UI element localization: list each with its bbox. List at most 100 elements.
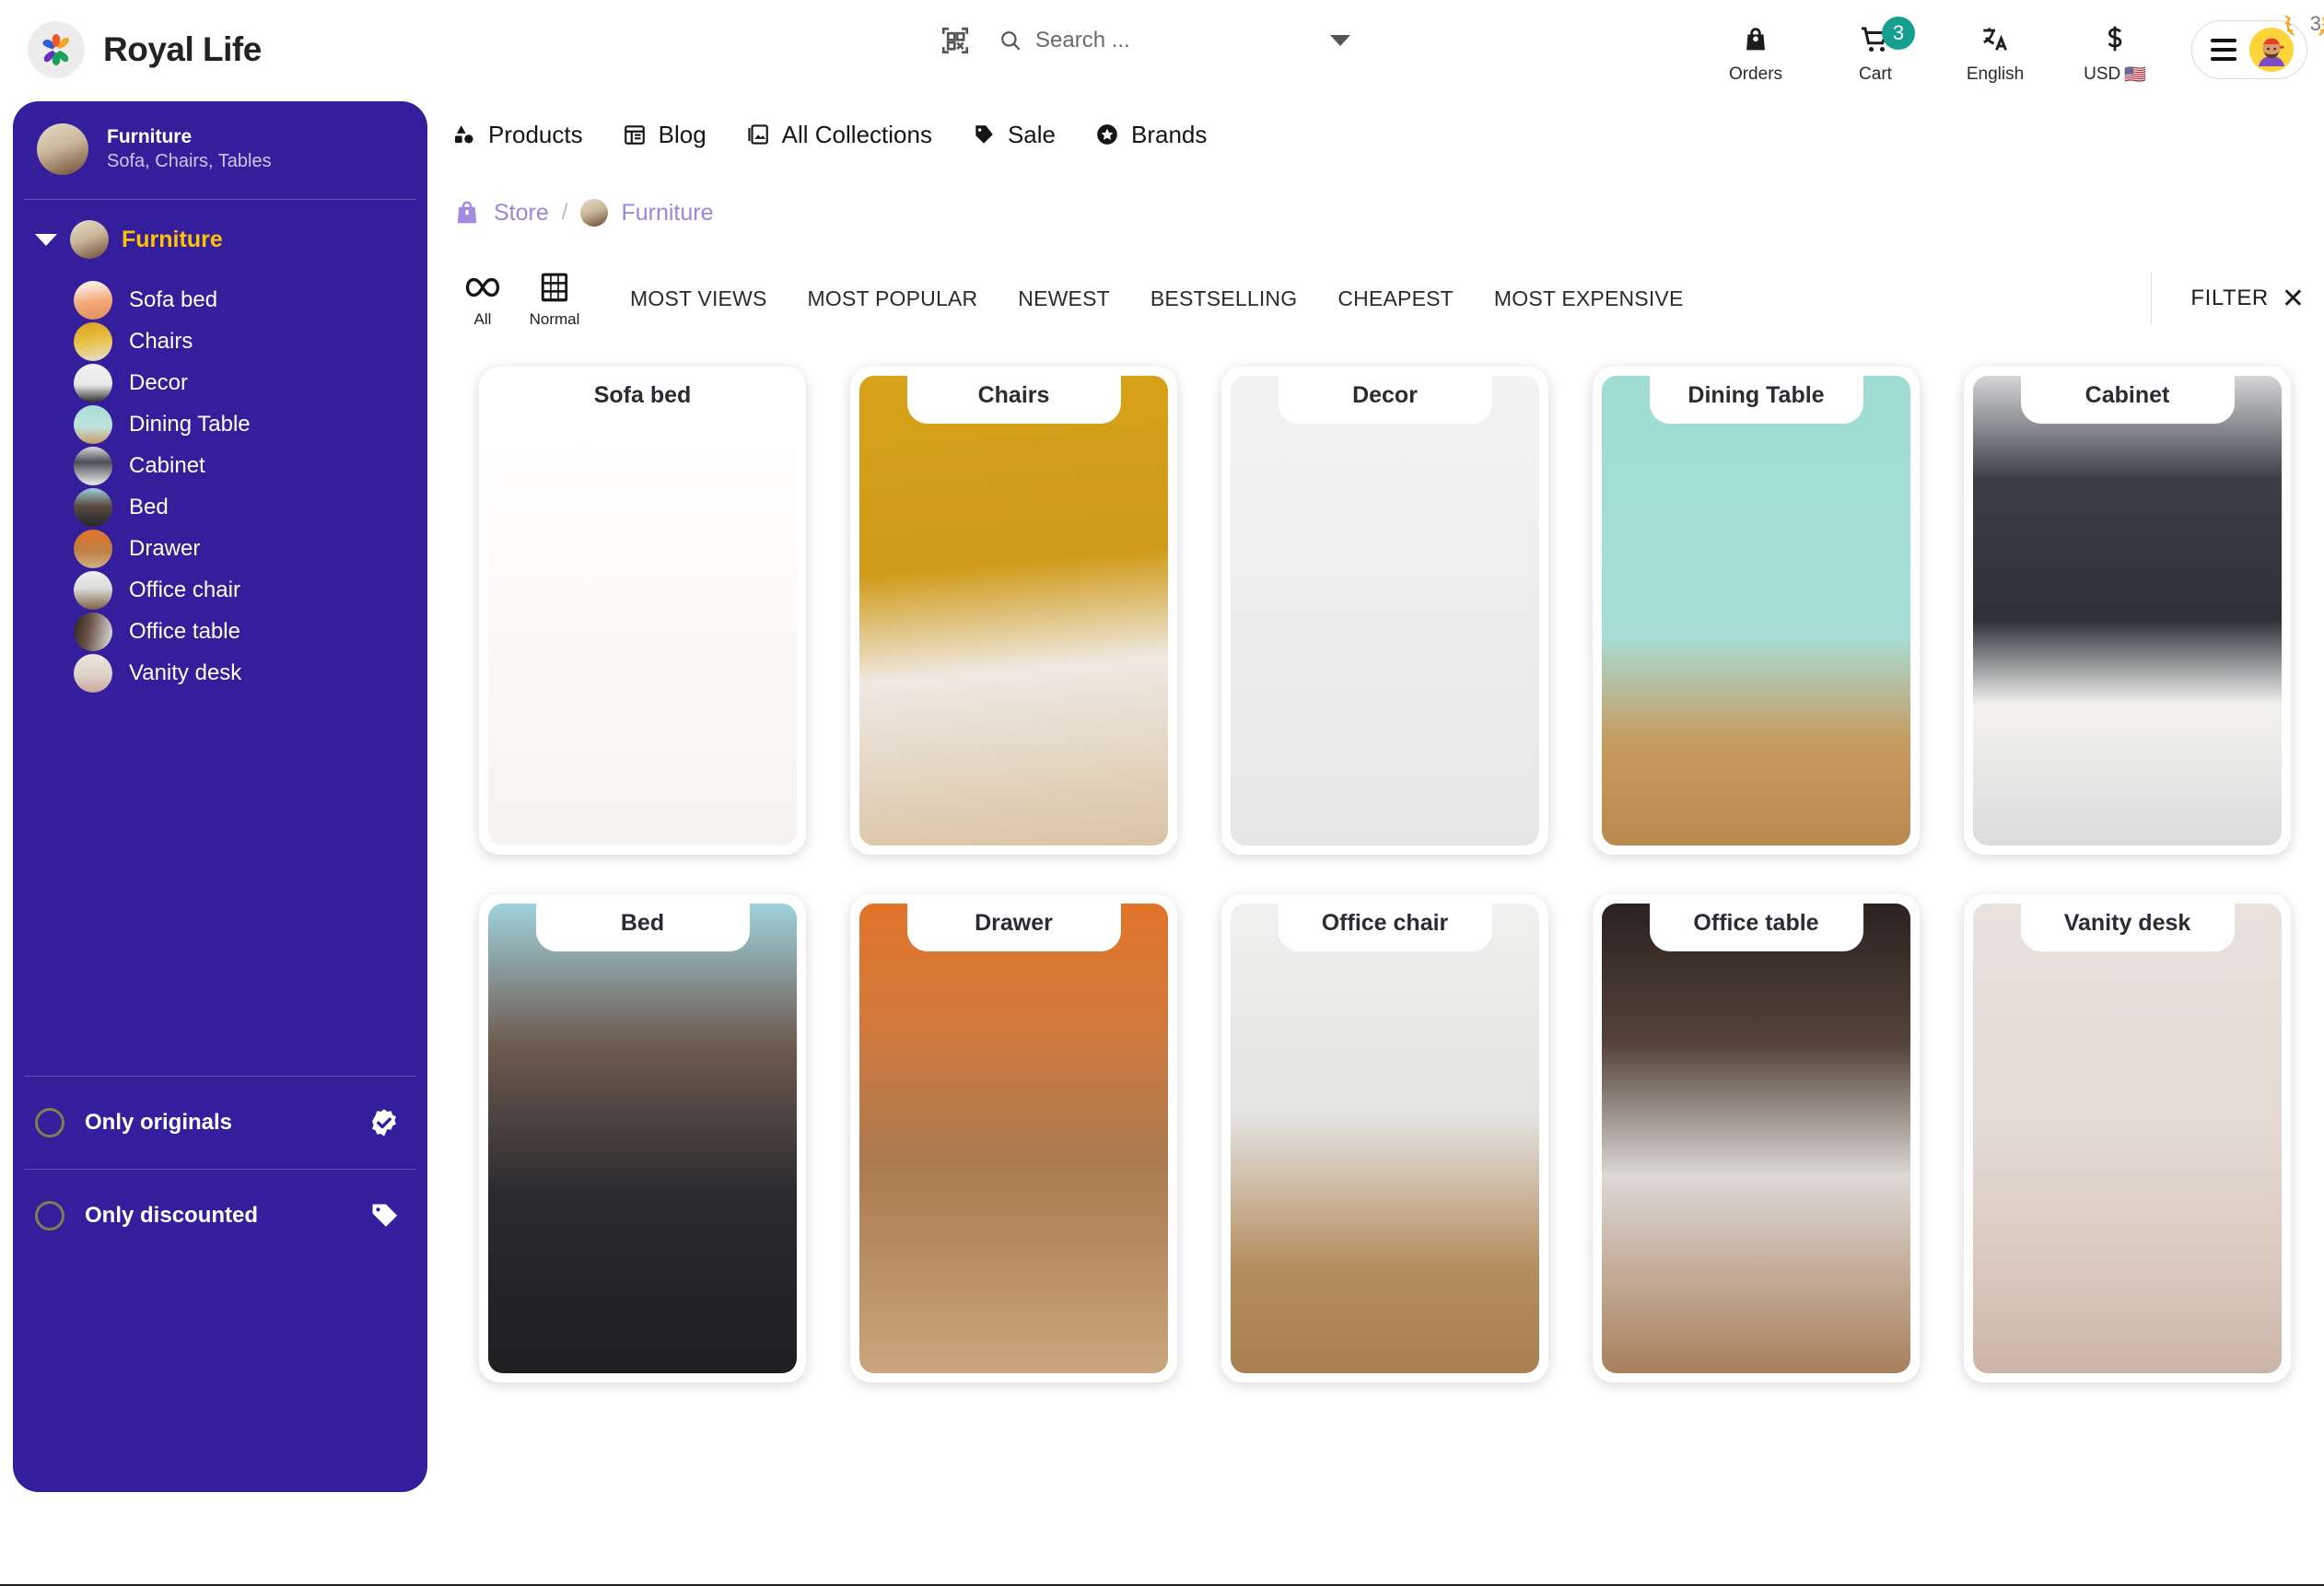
product-card-title: Vanity desk [2063, 909, 2191, 936]
nav-item-all-collections[interactable]: All Collections [745, 121, 932, 149]
sort-most-views[interactable]: MOST VIEWS [630, 286, 767, 311]
nav-item-brands[interactable]: Brands [1094, 121, 1207, 149]
sidebar-filter-label: Only originals [85, 1110, 233, 1135]
view-mode-normal[interactable]: Normal [525, 269, 584, 329]
view-mode-label: All [473, 309, 492, 328]
sidebar-item-label: Decor [129, 369, 189, 395]
search-box[interactable] [999, 17, 1367, 64]
only-originals-radio[interactable] [35, 1108, 64, 1137]
product-card-title-badge: Chairs [906, 367, 1121, 424]
product-card-office-chair[interactable]: Office chair [1221, 894, 1548, 1382]
sidebar-item-vanity-desk[interactable]: Vanity desk [13, 652, 427, 694]
sidebar-item-label: Office table [129, 618, 240, 644]
product-card-cabinet[interactable]: Cabinet [1964, 367, 2291, 855]
product-card-title: Sofa bed [593, 381, 692, 408]
vanity-desk-thumb-icon [74, 653, 112, 693]
caret-down-icon[interactable] [35, 233, 57, 246]
search-input[interactable] [1035, 28, 1312, 53]
category-sidebar: Furniture Sofa, Chairs, Tables Furniture… [13, 101, 427, 1492]
sort-toolbar: All Normal MOST VIEWS MOST POPULAR NEWES… [453, 265, 2305, 332]
sidebar-item-office-table[interactable]: Office table [13, 611, 427, 652]
product-card-bed[interactable]: Bed [479, 894, 806, 1382]
nav-item-sale[interactable]: Sale [971, 121, 1056, 149]
qr-scan-icon[interactable] [940, 25, 971, 56]
sidebar-filter-only-discounted[interactable]: Only discounted [13, 1170, 427, 1262]
office-chair-thumb-icon [74, 570, 112, 610]
sidebar-tree-root[interactable]: Furniture [13, 220, 427, 259]
sidebar-filter-only-originals[interactable]: Only originals [13, 1077, 427, 1169]
sort-newest[interactable]: NEWEST [1018, 286, 1110, 311]
product-card-drawer[interactable]: Drawer [850, 894, 1177, 1382]
dollar-icon [2099, 19, 2131, 58]
star-badge-icon [1094, 122, 1120, 147]
close-icon[interactable]: ✕ [2282, 283, 2305, 315]
sort-bestselling[interactable]: BESTSELLING [1150, 286, 1297, 311]
sidebar-item-chairs[interactable]: Chairs [13, 321, 427, 362]
furniture-thumb-icon [70, 220, 109, 259]
sidebar-item-sofa-bed[interactable]: Sofa bed [13, 279, 427, 321]
office-chair-photo [1231, 904, 1539, 1373]
sort-options: MOST VIEWS MOST POPULAR NEWEST BESTSELLI… [630, 286, 1684, 311]
breadcrumb-store-link[interactable]: Store [494, 200, 549, 227]
product-card-dining-table[interactable]: Dining Table [1593, 367, 1920, 855]
tag-icon [971, 122, 997, 147]
header-action-cart[interactable]: 3 Cart [1816, 15, 1935, 85]
sidebar-item-bed[interactable]: Bed [13, 486, 427, 528]
product-card-title: Cabinet [2085, 381, 2170, 408]
sidebar-tree: Furniture Sofa bed Chairs Decor Dining T… [13, 200, 427, 703]
product-card-chairs[interactable]: Chairs [850, 367, 1177, 855]
sidebar-item-cabinet[interactable]: Cabinet [13, 445, 427, 486]
header-action-label: English [1966, 64, 2025, 84]
only-discounted-radio[interactable] [35, 1201, 64, 1230]
product-card-sofa-bed[interactable]: Sofa bed [479, 367, 806, 855]
cabinet-photo [1973, 376, 2282, 845]
translate-icon [1979, 20, 2011, 59]
sort-most-expensive[interactable]: MOST EXPENSIVE [1494, 286, 1684, 311]
product-card-office-table[interactable]: Office table [1593, 894, 1920, 1382]
sidebar-header[interactable]: Furniture Sofa, Chairs, Tables [13, 101, 427, 199]
header-action-language[interactable]: English [1935, 15, 2055, 85]
chevron-down-icon[interactable] [1330, 35, 1350, 46]
view-mode-all[interactable]: All [453, 269, 512, 329]
product-card-title-badge: Office table [1649, 894, 1863, 951]
nav-item-products[interactable]: Products [451, 121, 583, 149]
product-card-title: Chairs [977, 381, 1050, 408]
chairs-thumb-icon [74, 321, 112, 361]
product-card-wrap: Vanity desk [1942, 894, 2313, 1422]
sidebar-item-decor[interactable]: Decor [13, 362, 427, 403]
nav-item-blog[interactable]: Blog [622, 121, 707, 149]
view-mode-label: Normal [529, 309, 580, 328]
sidebar-item-office-chair[interactable]: Office chair [13, 569, 427, 611]
main-navbar: Products Blog All Collections Sale Brand… [451, 101, 1207, 168]
product-card-title-badge: Dining Table [1649, 367, 1863, 424]
sort-most-popular[interactable]: MOST POPULAR [808, 286, 978, 311]
breadcrumb-separator: / [561, 200, 568, 225]
product-card-wrap: Office table [1571, 894, 1942, 1422]
product-card-wrap: Drawer [828, 894, 1199, 1422]
user-level-badge: 3 [2309, 12, 2321, 35]
header-action-orders[interactable]: Orders [1696, 15, 1816, 85]
currency-label: USD [2084, 64, 2121, 84]
nav-item-label: Brands [1131, 120, 1208, 148]
product-card-vanity-desk[interactable]: Vanity desk [1964, 894, 2291, 1382]
sidebar-item-label: Cabinet [129, 452, 205, 478]
furniture-thumb-icon [580, 199, 609, 227]
user-menu-pill[interactable]: 3 [2191, 12, 2324, 79]
brand[interactable]: Royal Life [28, 21, 262, 78]
hamburger-menu-icon[interactable] [2211, 39, 2236, 61]
nav-item-label: Products [488, 120, 583, 148]
sidebar-filter-label: Only discounted [85, 1203, 259, 1228]
sidebar-item-dining-table[interactable]: Dining Table [13, 403, 427, 445]
filter-button[interactable]: FILTER [2190, 286, 2269, 311]
breadcrumb-current[interactable]: Furniture [621, 200, 713, 227]
product-card-title: Dining Table [1688, 381, 1825, 408]
sort-cheapest[interactable]: CHEAPEST [1337, 286, 1454, 311]
decor-thumb-icon [74, 363, 112, 402]
header-action-label: Orders [1728, 64, 1783, 84]
header-action-currency[interactable]: USD 🇺🇸 [2055, 14, 2175, 86]
sidebar-item-drawer[interactable]: Drawer [13, 528, 427, 569]
sidebar-item-label: Chairs [129, 328, 193, 354]
dining-table-thumb-icon [74, 404, 112, 444]
product-card-title-badge: Sofa bed [535, 367, 750, 424]
product-card-decor[interactable]: Decor [1221, 367, 1548, 855]
